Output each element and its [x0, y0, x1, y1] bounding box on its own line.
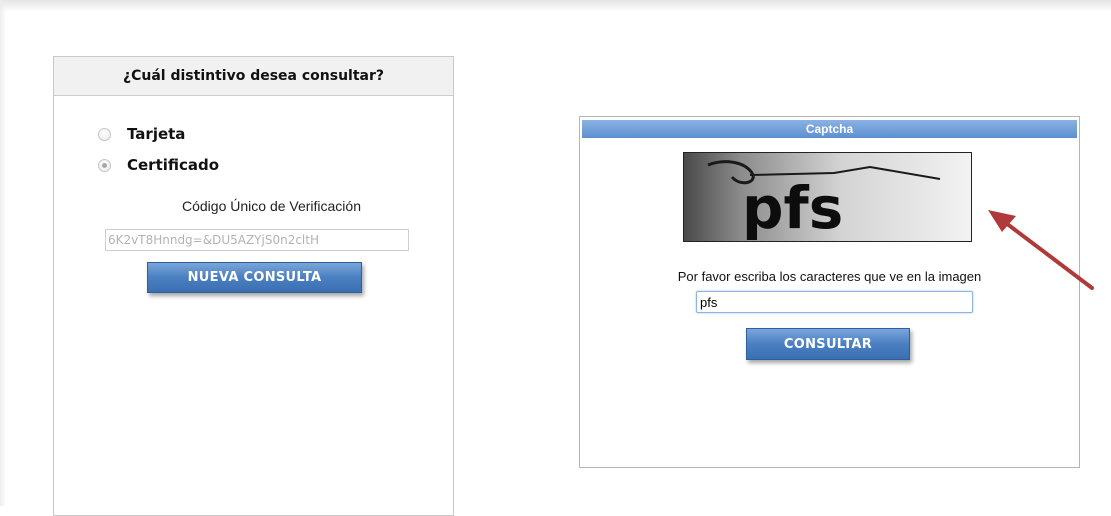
- option-certificado[interactable]: Certificado: [98, 156, 219, 174]
- arrow-icon: [988, 210, 1094, 290]
- captcha-title: Captcha: [582, 120, 1077, 138]
- tarjeta-label: Tarjeta: [127, 125, 186, 143]
- verification-code-field[interactable]: 6K2vT8Hnndg=&DU5AZYjS0n2cltH: [105, 229, 409, 251]
- captcha-graphic: pfs: [707, 160, 941, 241]
- tarjeta-radio[interactable]: [98, 127, 111, 141]
- left-edge-shadow: [0, 0, 6, 506]
- verification-code-label: Código Único de Verificación: [182, 198, 361, 214]
- captcha-input[interactable]: [696, 291, 973, 313]
- option-tarjeta[interactable]: Tarjeta: [98, 125, 185, 143]
- new-query-button[interactable]: NUEVA CONSULTA: [147, 262, 362, 293]
- captcha-image: pfs: [683, 152, 972, 242]
- top-edge-shadow: [0, 0, 1111, 12]
- certificado-radio[interactable]: [98, 158, 111, 172]
- consultar-button[interactable]: CONSULTAR: [746, 328, 910, 360]
- query-type-panel: ¿Cuál distintivo desea consultar? Tarjet…: [53, 56, 454, 516]
- captcha-text: pfs: [742, 174, 843, 241]
- certificado-label: Certificado: [127, 156, 220, 174]
- query-type-heading: ¿Cuál distintivo desea consultar?: [54, 57, 453, 96]
